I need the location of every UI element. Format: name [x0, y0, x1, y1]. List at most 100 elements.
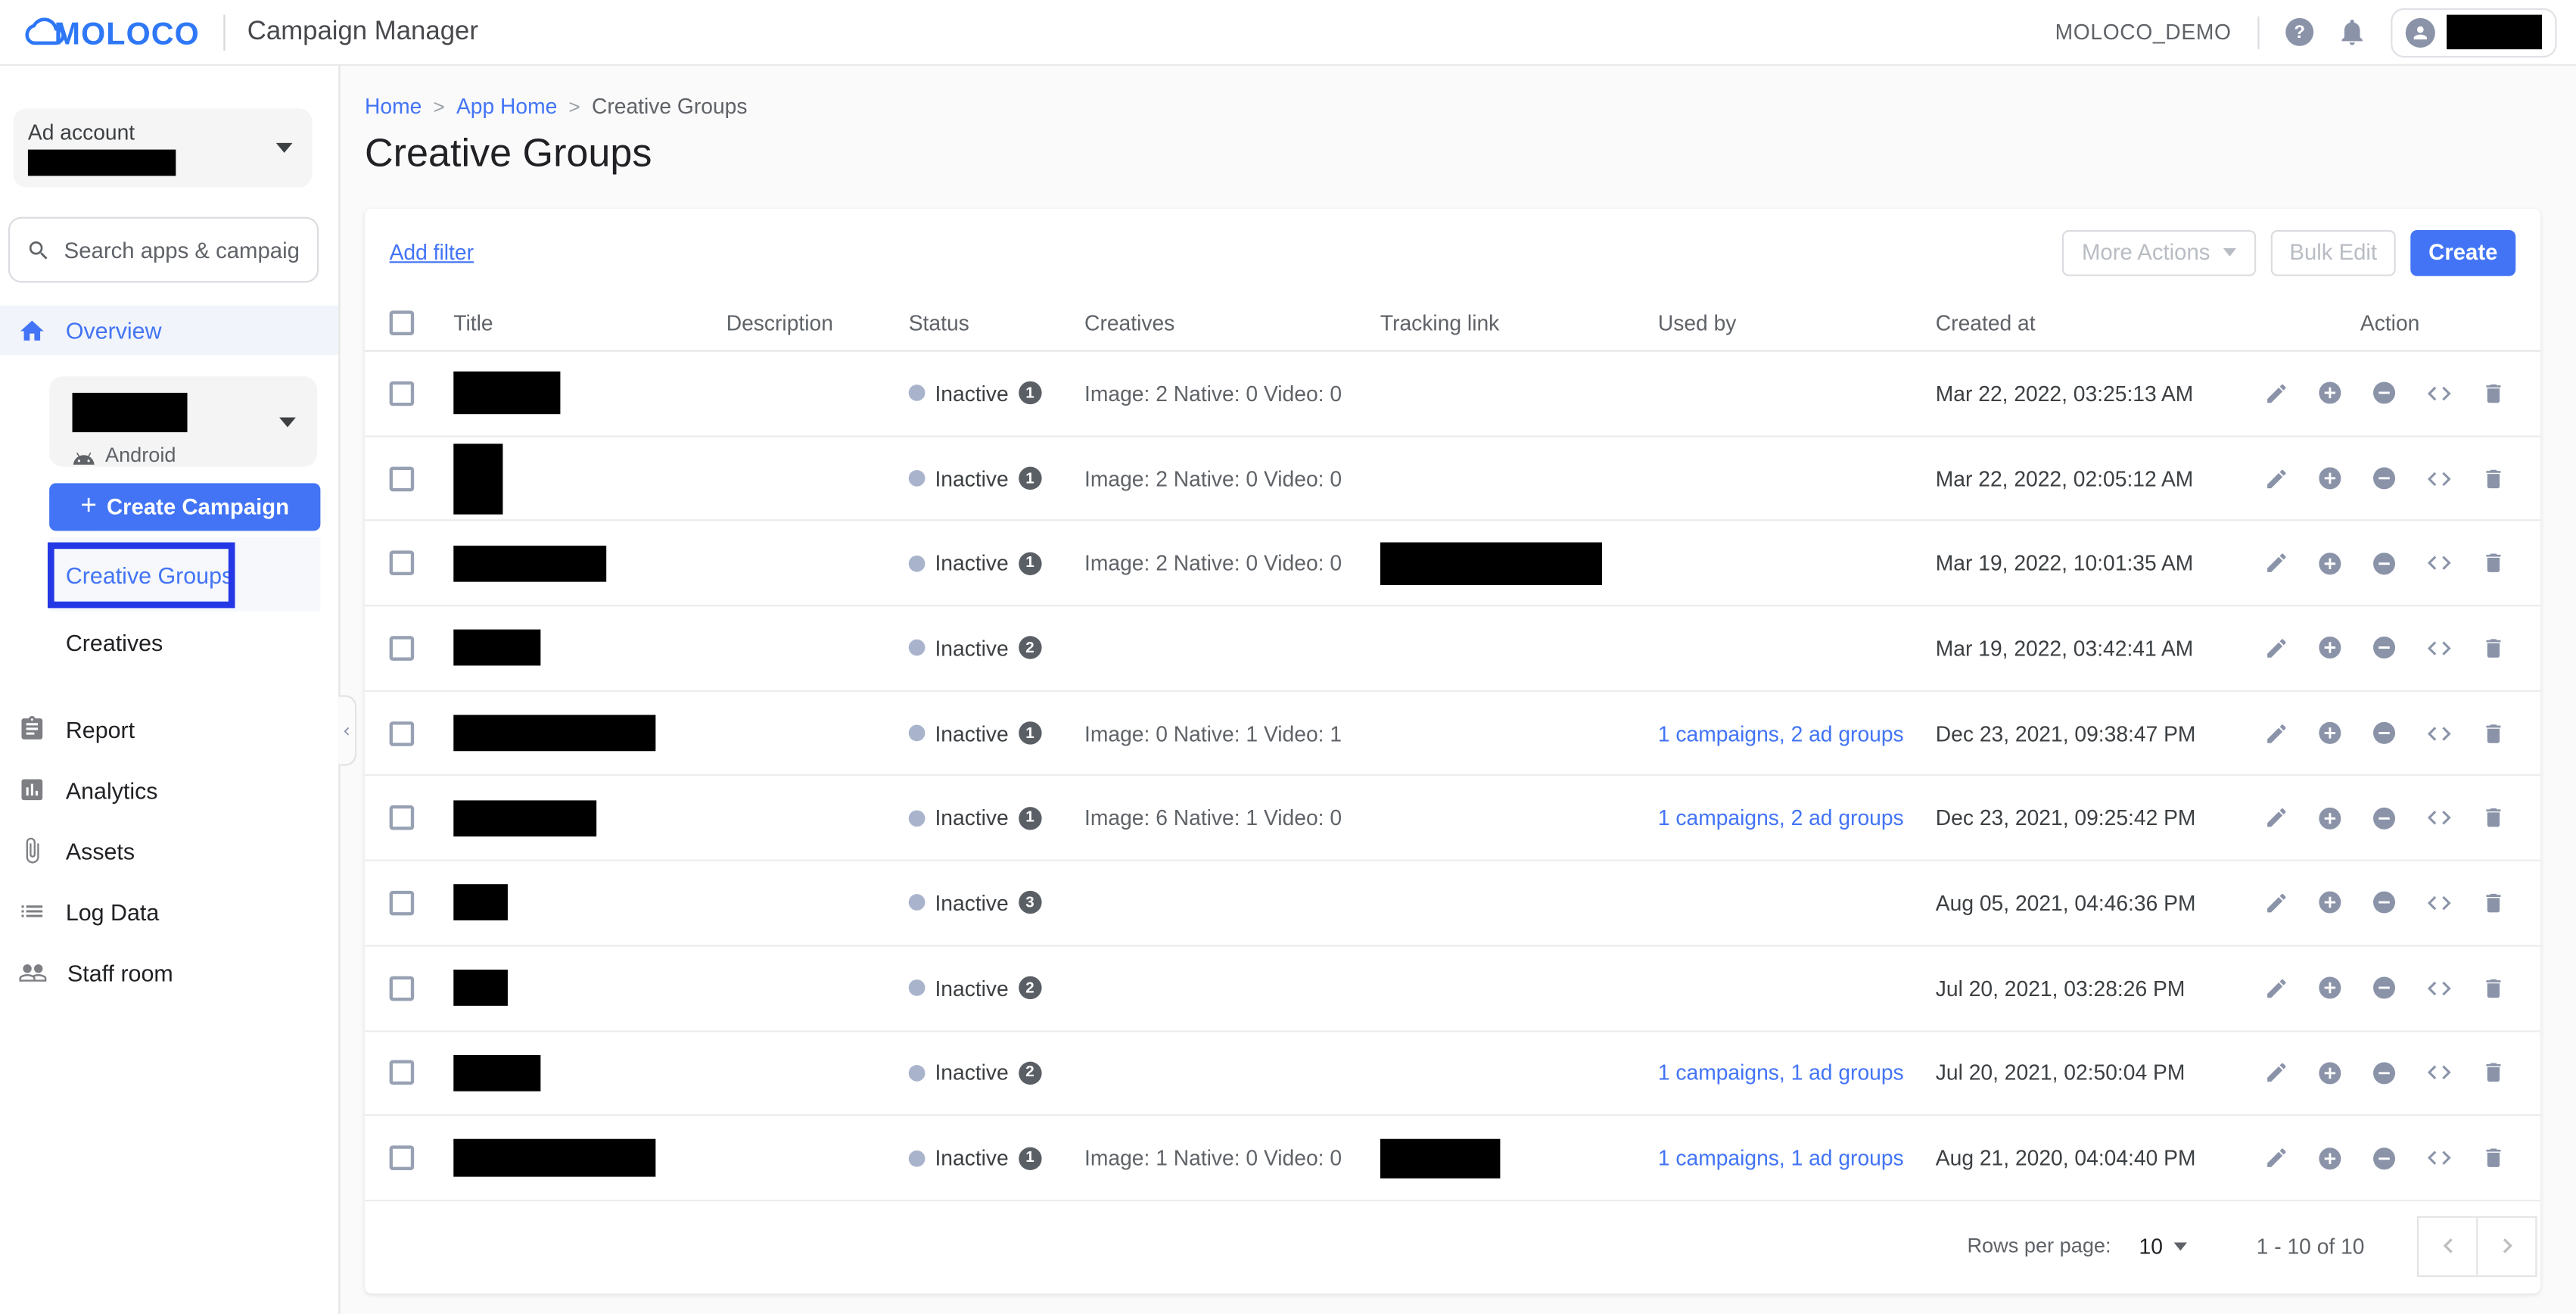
used-by-link[interactable]: 1 campaigns, 2 ad groups — [1658, 721, 1904, 746]
sidebar-item-log-data[interactable]: Log Data — [0, 881, 338, 942]
add-circle-icon[interactable] — [2317, 1144, 2344, 1171]
edit-pencil-icon[interactable] — [2264, 381, 2289, 406]
remove-circle-icon[interactable] — [2371, 805, 2397, 831]
sidebar-collapse-button[interactable] — [338, 695, 356, 765]
delete-trash-icon[interactable] — [2481, 466, 2506, 491]
status-count-badge[interactable]: 1 — [1019, 552, 1041, 574]
code-icon[interactable] — [2425, 1059, 2453, 1087]
remove-circle-icon[interactable] — [2371, 975, 2397, 1001]
code-icon[interactable] — [2425, 464, 2453, 492]
sidebar-item-analytics[interactable]: Analytics — [0, 759, 338, 820]
delete-trash-icon[interactable] — [2481, 1060, 2506, 1085]
add-circle-icon[interactable] — [2317, 550, 2344, 577]
edit-pencil-icon[interactable] — [2264, 976, 2289, 1001]
add-filter-link[interactable]: Add filter — [390, 240, 474, 265]
delete-trash-icon[interactable] — [2481, 891, 2506, 916]
used-by-link[interactable]: 1 campaigns, 1 ad groups — [1658, 1060, 1904, 1085]
breadcrumb-home[interactable]: Home — [365, 94, 422, 119]
used-by-link[interactable]: 1 campaigns, 2 ad groups — [1658, 806, 1904, 831]
moloco-logo[interactable]: MOLOCO — [20, 11, 200, 53]
edit-pencil-icon[interactable] — [2264, 806, 2289, 831]
edit-pencil-icon[interactable] — [2264, 551, 2289, 576]
edit-pencil-icon[interactable] — [2264, 1145, 2289, 1170]
row-checkbox[interactable] — [390, 381, 415, 406]
remove-circle-icon[interactable] — [2371, 466, 2397, 492]
code-icon[interactable] — [2425, 634, 2453, 662]
edit-pencil-icon[interactable] — [2264, 891, 2289, 916]
code-icon[interactable] — [2425, 379, 2453, 407]
edit-pencil-icon[interactable] — [2264, 721, 2289, 746]
help-icon[interactable]: ? — [2285, 18, 2313, 46]
status-count-badge[interactable]: 3 — [1019, 892, 1041, 914]
edit-pencil-icon[interactable] — [2264, 466, 2289, 491]
next-page-button[interactable] — [2476, 1216, 2537, 1276]
status-count-badge[interactable]: 1 — [1019, 721, 1041, 744]
sidebar-item-report[interactable]: Report — [0, 699, 338, 759]
code-icon[interactable] — [2425, 719, 2453, 747]
breadcrumb-app-home[interactable]: App Home — [456, 94, 557, 119]
status-count-badge[interactable]: 1 — [1019, 467, 1041, 490]
code-icon[interactable] — [2425, 889, 2453, 917]
edit-pencil-icon[interactable] — [2264, 1060, 2289, 1085]
rows-per-page-select[interactable]: 10 — [2139, 1234, 2187, 1259]
status-count-badge[interactable]: 2 — [1019, 637, 1041, 659]
row-checkbox[interactable] — [390, 1060, 415, 1085]
code-icon[interactable] — [2425, 550, 2453, 578]
delete-trash-icon[interactable] — [2481, 721, 2506, 746]
status-count-badge[interactable]: 1 — [1019, 1147, 1041, 1169]
code-icon[interactable] — [2425, 974, 2453, 1002]
code-icon[interactable] — [2425, 804, 2453, 832]
profile-menu[interactable] — [2391, 8, 2556, 57]
ad-account-selector[interactable]: Ad account — [13, 108, 312, 187]
select-all-checkbox[interactable] — [390, 310, 415, 335]
remove-circle-icon[interactable] — [2371, 720, 2397, 746]
sidebar-item-creatives[interactable]: Creatives — [66, 623, 338, 662]
row-checkbox[interactable] — [390, 806, 415, 831]
delete-trash-icon[interactable] — [2481, 1145, 2506, 1170]
remove-circle-icon[interactable] — [2371, 890, 2397, 917]
row-checkbox[interactable] — [390, 891, 415, 916]
app-selector[interactable]: Android — [49, 376, 317, 466]
remove-circle-icon[interactable] — [2371, 1060, 2397, 1086]
add-circle-icon[interactable] — [2317, 635, 2344, 662]
add-circle-icon[interactable] — [2317, 466, 2344, 492]
add-circle-icon[interactable] — [2317, 805, 2344, 831]
row-checkbox[interactable] — [390, 976, 415, 1001]
search-input[interactable] — [64, 238, 301, 263]
sidebar-item-creative-groups[interactable]: Creative Groups — [49, 537, 320, 612]
add-circle-icon[interactable] — [2317, 1060, 2344, 1086]
delete-trash-icon[interactable] — [2481, 551, 2506, 576]
status-count-badge[interactable]: 1 — [1019, 381, 1041, 404]
delete-trash-icon[interactable] — [2481, 806, 2506, 831]
row-checkbox[interactable] — [390, 551, 415, 576]
remove-circle-icon[interactable] — [2371, 635, 2397, 662]
status-count-badge[interactable]: 2 — [1019, 976, 1041, 999]
row-checkbox[interactable] — [390, 636, 415, 661]
edit-pencil-icon[interactable] — [2264, 636, 2289, 661]
notifications-bell-icon[interactable] — [2337, 17, 2368, 48]
bulk-edit-button[interactable]: Bulk Edit — [2271, 229, 2396, 276]
create-button[interactable]: Create — [2410, 229, 2515, 276]
previous-page-button[interactable] — [2417, 1216, 2478, 1276]
add-circle-icon[interactable] — [2317, 720, 2344, 746]
add-circle-icon[interactable] — [2317, 975, 2344, 1001]
used-by-link[interactable]: 1 campaigns, 1 ad groups — [1658, 1145, 1904, 1170]
add-circle-icon[interactable] — [2317, 380, 2344, 406]
status-count-badge[interactable]: 1 — [1019, 807, 1041, 830]
sidebar-item-overview[interactable]: Overview — [0, 306, 338, 355]
remove-circle-icon[interactable] — [2371, 550, 2397, 577]
row-checkbox[interactable] — [390, 721, 415, 746]
sidebar-item-staff-room[interactable]: Staff room — [0, 942, 338, 1002]
row-checkbox[interactable] — [390, 1145, 415, 1170]
row-checkbox[interactable] — [390, 466, 415, 491]
sidebar-item-assets[interactable]: Assets — [0, 820, 338, 880]
status-count-badge[interactable]: 2 — [1019, 1061, 1041, 1084]
code-icon[interactable] — [2425, 1144, 2453, 1172]
delete-trash-icon[interactable] — [2481, 636, 2506, 661]
remove-circle-icon[interactable] — [2371, 1144, 2397, 1171]
delete-trash-icon[interactable] — [2481, 381, 2506, 406]
remove-circle-icon[interactable] — [2371, 380, 2397, 406]
delete-trash-icon[interactable] — [2481, 976, 2506, 1001]
more-actions-button[interactable]: More Actions — [2062, 229, 2256, 276]
create-campaign-button[interactable]: + Create Campaign — [49, 483, 320, 531]
